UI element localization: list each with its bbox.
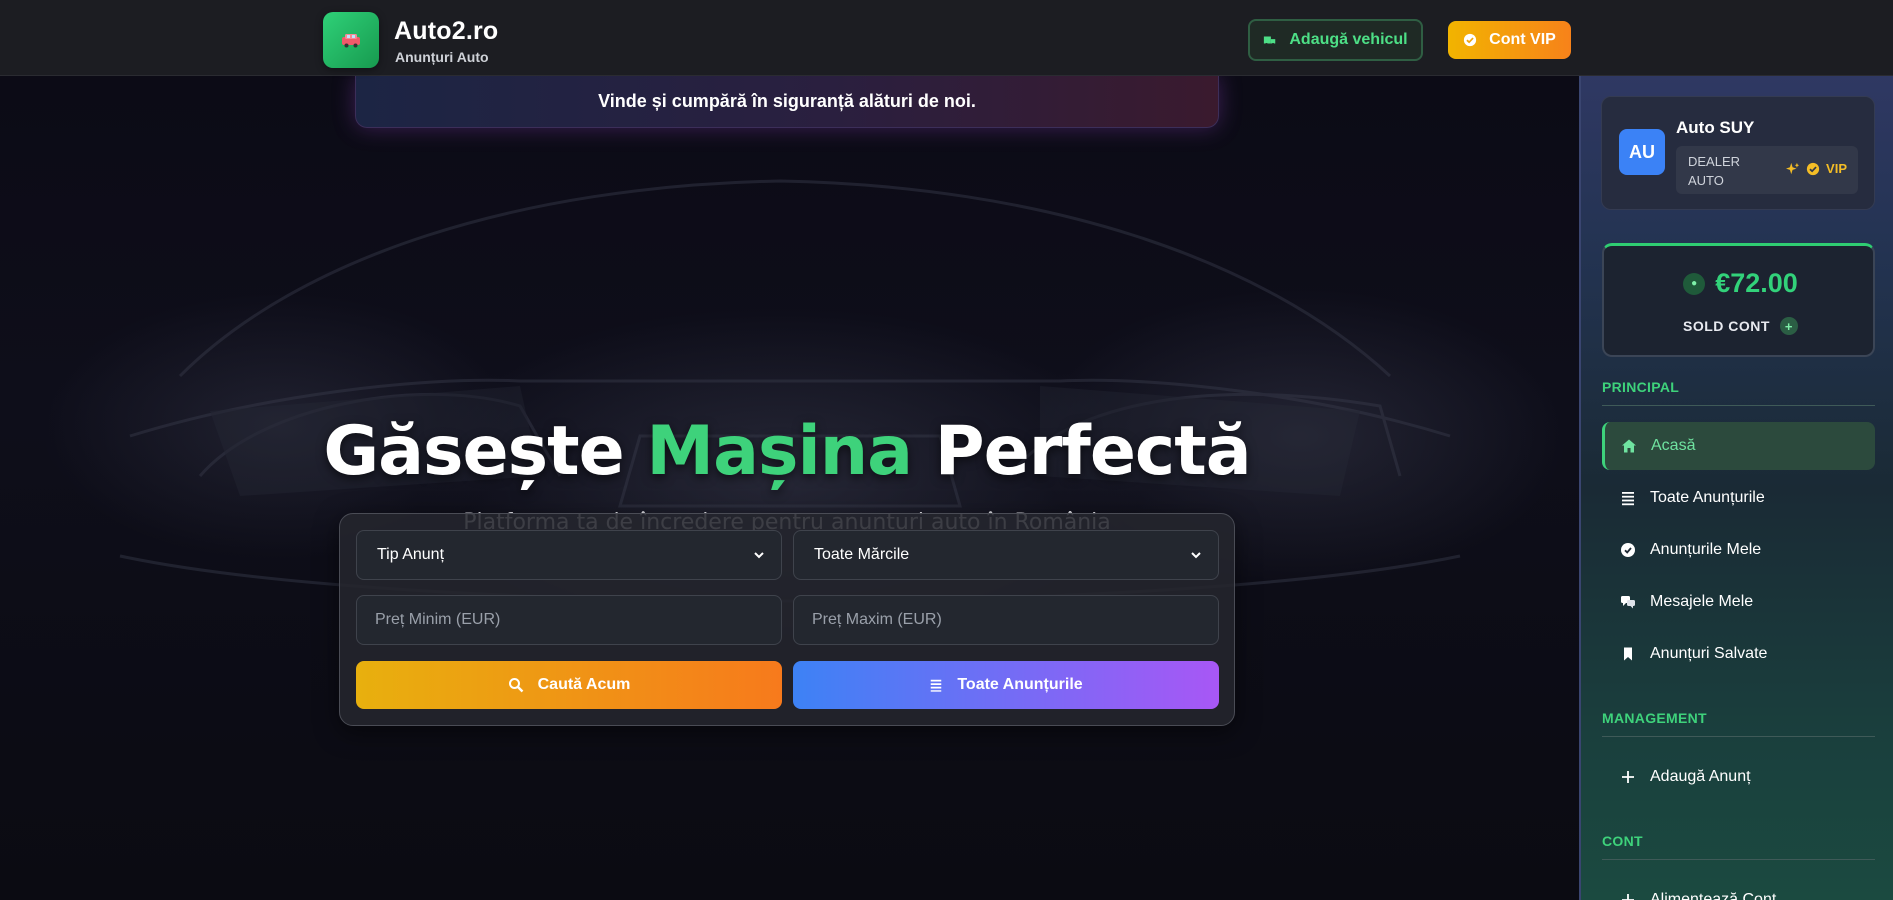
max-price-placeholder: Preț Maxim (EUR) <box>812 611 942 628</box>
vip-badge: VIP <box>1826 161 1847 176</box>
sidebar-item-label: Acasă <box>1651 437 1696 454</box>
check-circle-icon <box>1464 33 1477 47</box>
balance-card: ● €72.00 SOLD CONT + <box>1602 243 1875 357</box>
section-label-management: MANAGEMENT <box>1602 710 1707 726</box>
user-card[interactable]: AU Auto SUY DEALER AUTO VIP <box>1601 96 1875 210</box>
sidebar-item-my-listings[interactable]: Anunțurile Mele <box>1602 526 1875 574</box>
brand-select[interactable]: Toate Mărcile <box>793 530 1219 580</box>
sidebar-item-all-listings[interactable]: Toate Anunțurile <box>1602 474 1875 522</box>
car-icon <box>342 34 360 48</box>
avatar: AU <box>1619 129 1665 175</box>
brand-subtitle: Anunțuri Auto <box>395 49 489 65</box>
brand-title[interactable]: Auto2.ro <box>394 17 498 46</box>
divider <box>1602 405 1875 406</box>
min-price-placeholder: Preț Minim (EUR) <box>375 611 501 628</box>
check-badge-icon <box>1621 543 1635 557</box>
bookmark-icon <box>1624 647 1632 661</box>
list-icon <box>931 679 942 692</box>
sidebar-item-label: Alimentează Cont <box>1650 891 1777 900</box>
balance-amount: €72.00 <box>1715 268 1798 298</box>
plus-icon <box>1622 771 1634 783</box>
listing-type-select[interactable]: Tip Anunț <box>356 530 782 580</box>
sidebar-item-top-up[interactable]: Alimentează Cont <box>1602 876 1875 900</box>
hero-title-part2: Perfectă <box>912 412 1252 491</box>
sidebar-item-label: Toate Anunțurile <box>1650 489 1765 506</box>
user-name: Auto SUY <box>1676 118 1755 137</box>
coin-icon: ● <box>1683 272 1706 295</box>
brand-select-value: Toate Mărcile <box>814 546 910 563</box>
chevron-down-icon <box>754 552 764 559</box>
hero-title: Găsește Mașina Perfectă <box>0 412 1574 491</box>
trust-banner-text: Vinde și cumpără în siguranță alături de… <box>598 91 976 111</box>
sidebar-item-messages[interactable]: Mesajele Mele <box>1602 578 1875 626</box>
all-listings-label: Toate Anunțurile <box>957 676 1083 693</box>
max-price-input[interactable]: Preț Maxim (EUR) <box>793 595 1219 645</box>
hero-title-accent: Mașina <box>646 412 913 491</box>
search-icon <box>508 678 523 693</box>
sidebar-item-label: Mesajele Mele <box>1650 593 1754 610</box>
divider <box>1602 859 1875 860</box>
section-label-cont: CONT <box>1602 833 1643 849</box>
plus-icon <box>1622 894 1634 900</box>
sidebar-item-label: Adaugă Anunț <box>1650 768 1751 785</box>
listing-type-value: Tip Anunț <box>377 546 445 563</box>
search-panel: Tip Anunț Toate Mărcile Preț Minim (EUR)… <box>339 513 1235 726</box>
sidebar-item-label: Anunțurile Mele <box>1650 541 1762 558</box>
search-button[interactable]: Caută Acum <box>356 661 782 709</box>
sidebar-item-home[interactable]: Acasă <box>1602 422 1875 470</box>
divider <box>1602 736 1875 737</box>
logo[interactable] <box>323 12 379 68</box>
role-badge: DEALER AUTO VIP <box>1676 146 1858 194</box>
sparkles-icon <box>1786 162 1800 174</box>
chevron-down-icon <box>1191 552 1201 559</box>
sidebar-item-add-listing[interactable]: Adaugă Anunț <box>1602 753 1875 801</box>
list-icon <box>1622 492 1634 506</box>
top-navbar: Auto2.ro Anunțuri Auto Adaugă vehicul Co… <box>0 0 1893 76</box>
search-button-label: Caută Acum <box>537 676 631 693</box>
add-funds-icon[interactable]: + <box>1779 317 1798 335</box>
vip-label: Cont VIP <box>1489 31 1556 48</box>
section-label-principal: PRINCIPAL <box>1602 379 1680 395</box>
trust-banner: Vinde și cumpără în siguranță alături de… <box>355 76 1219 128</box>
min-price-input[interactable]: Preț Minim (EUR) <box>356 595 782 645</box>
sidebar: AU Auto SUY DEALER AUTO VIP ● €72.00 SOL… <box>1579 76 1893 900</box>
hero-section: Găsește Mașina Perfectă Platforma ta de … <box>0 76 1579 900</box>
truck-icon <box>1264 36 1276 46</box>
add-vehicle-button[interactable]: Adaugă vehicul <box>1248 19 1423 61</box>
all-listings-button[interactable]: Toate Anunțurile <box>793 661 1219 709</box>
vip-account-button[interactable]: Cont VIP <box>1448 21 1571 59</box>
home-icon <box>1622 439 1636 453</box>
chat-icon <box>1621 596 1635 609</box>
check-circle-icon <box>1806 162 1820 175</box>
balance-label: SOLD CONT <box>1683 318 1770 334</box>
sidebar-item-label: Anunțuri Salvate <box>1650 645 1768 662</box>
sidebar-item-saved-listings[interactable]: Anunțuri Salvate <box>1602 630 1875 678</box>
role-text: DEALER AUTO <box>1688 154 1741 188</box>
add-vehicle-label: Adaugă vehicul <box>1289 31 1408 48</box>
hero-title-part1: Găsește <box>323 412 647 491</box>
